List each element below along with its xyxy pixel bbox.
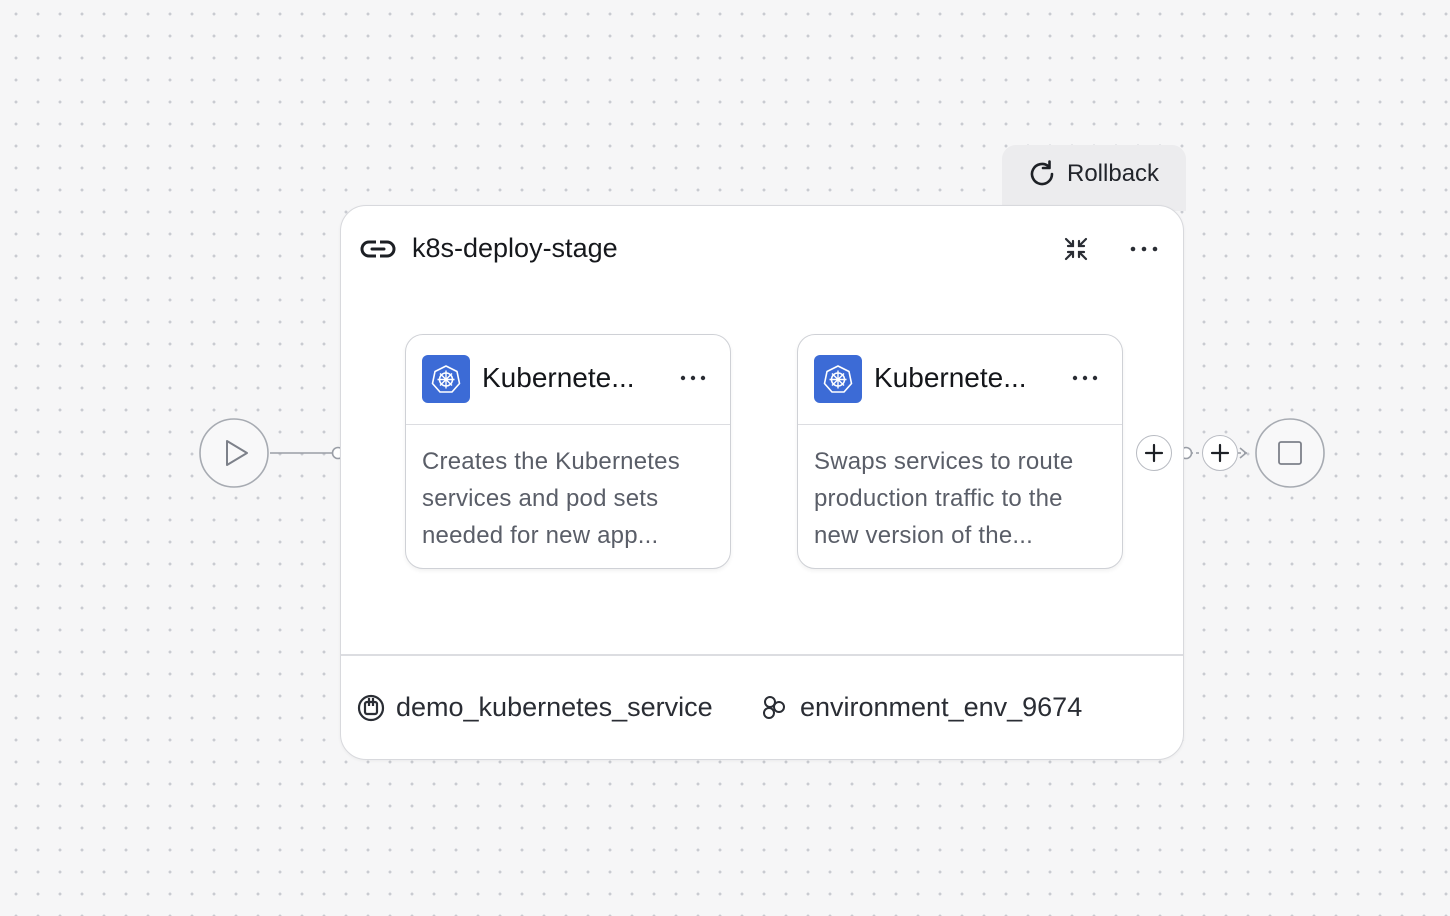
step-title: Kubernete... — [874, 362, 1027, 393]
stage-title: k8s-deploy-stage — [412, 233, 618, 263]
play-icon — [199, 418, 269, 488]
pipeline-end-node[interactable] — [1254, 417, 1326, 489]
step-header: Kubernete... — [406, 335, 730, 425]
step-description-line: services and pod sets — [422, 485, 659, 512]
stage-divider — [341, 654, 1183, 656]
collapse-stage-button[interactable] — [1060, 233, 1092, 265]
step-more-button[interactable] — [1072, 365, 1098, 396]
rollback-button[interactable]: Rollback — [1002, 145, 1186, 211]
step-description-line: Swaps services to route — [814, 448, 1074, 475]
refresh-icon — [1030, 160, 1054, 186]
more-horizontal-icon — [1130, 246, 1158, 252]
step-description-line: needed for new app... — [422, 522, 659, 549]
step-description: Creates the Kubernetes services and pod … — [406, 425, 730, 554]
step-header: Kubernete... — [798, 335, 1122, 425]
step-card[interactable]: Kubernete... Swaps services to route pro… — [797, 334, 1123, 569]
kubernetes-icon — [814, 355, 862, 403]
service-name: demo_kubernetes_service — [396, 692, 713, 722]
step-description: Swaps services to route production traff… — [798, 425, 1122, 554]
kubernetes-icon — [422, 355, 470, 403]
stage-more-button[interactable] — [1128, 236, 1160, 262]
more-horizontal-icon — [680, 375, 706, 381]
step-description-line: Creates the Kubernetes — [422, 448, 680, 475]
link-icon — [360, 240, 396, 258]
more-horizontal-icon — [1072, 375, 1098, 381]
environment-icon — [763, 696, 785, 719]
add-step-button[interactable] — [1136, 435, 1172, 471]
collapse-icon — [1064, 237, 1088, 261]
stop-icon — [1255, 418, 1325, 488]
add-stage-button[interactable] — [1202, 435, 1238, 471]
step-description-line: new version of the... — [814, 522, 1033, 549]
step-card[interactable]: Kubernete... Creates the Kubernetes serv… — [405, 334, 731, 569]
step-title: Kubernete... — [482, 362, 635, 393]
plus-icon — [1210, 443, 1230, 463]
plus-icon — [1144, 443, 1164, 463]
step-more-button[interactable] — [680, 365, 706, 396]
pipeline-start-node[interactable] — [198, 417, 270, 489]
rollback-label: Rollback — [1067, 160, 1160, 187]
service-icon — [357, 694, 385, 722]
step-description-line: production traffic to the — [814, 485, 1063, 512]
environment-name: environment_env_9674 — [800, 692, 1083, 722]
